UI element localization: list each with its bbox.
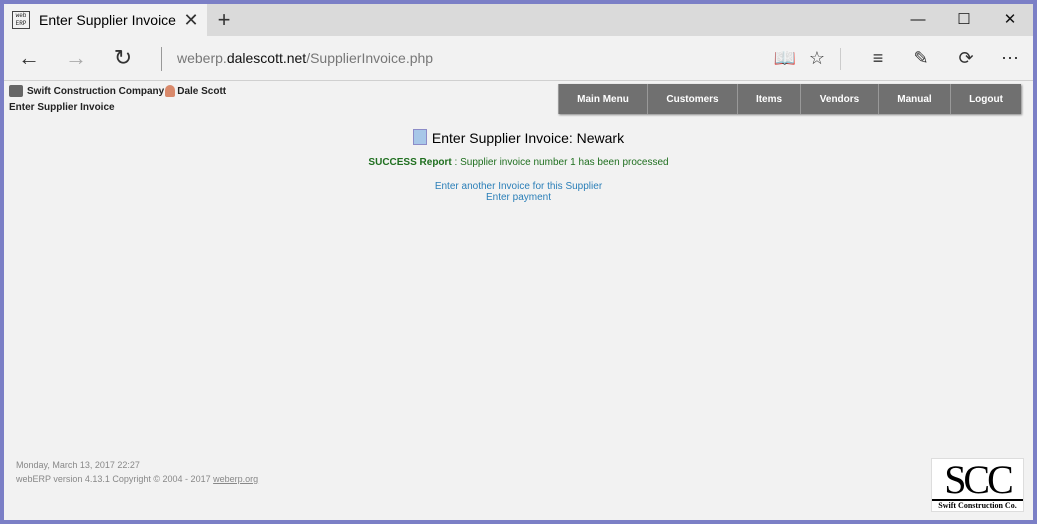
enter-payment-link[interactable]: Enter payment bbox=[4, 192, 1033, 203]
url-field[interactable]: weberp.dalescott.net/SupplierInvoice.php bbox=[177, 50, 433, 66]
logo-company-name: Swift Construction Co. bbox=[932, 499, 1023, 510]
success-message: : Supplier invoice number 1 has been pro… bbox=[451, 157, 669, 168]
enter-another-invoice-link[interactable]: Enter another Invoice for this Supplier bbox=[4, 181, 1033, 192]
close-window-icon[interactable]: ✕ bbox=[987, 4, 1033, 36]
company-user-line: Swift Construction Company Dale Scott bbox=[9, 85, 226, 97]
new-tab-icon[interactable]: + bbox=[212, 8, 236, 32]
address-bar: ← → ↻ weberp.dalescott.net/SupplierInvoi… bbox=[4, 36, 1033, 81]
footer: Monday, March 13, 2017 22:27 webERP vers… bbox=[16, 458, 258, 486]
invoice-icon bbox=[412, 129, 427, 145]
user-name: Dale Scott bbox=[177, 85, 227, 97]
success-label: SUCCESS Report bbox=[368, 157, 452, 168]
more-icon[interactable]: ⋯ bbox=[995, 44, 1025, 72]
logo-initials: SCC bbox=[944, 457, 1014, 502]
weberp-site-link[interactable]: weberp.org bbox=[213, 474, 258, 484]
favorite-star-icon[interactable]: ☆ bbox=[802, 44, 832, 72]
menu-main-menu[interactable]: Main Menu bbox=[558, 84, 647, 114]
company-logo: SCC Swift Construction Co. bbox=[931, 458, 1024, 512]
weberp-favicon-icon: web ERP bbox=[12, 11, 30, 29]
maximize-icon[interactable]: ☐ bbox=[941, 4, 987, 36]
menu-vendors[interactable]: Vendors bbox=[800, 84, 878, 114]
refresh-icon[interactable]: ↻ bbox=[108, 44, 138, 72]
divider bbox=[161, 47, 162, 71]
minimize-icon[interactable]: — bbox=[895, 4, 941, 36]
tab-title: Enter Supplier Invoice bbox=[39, 12, 176, 28]
success-report: SUCCESS Report : Supplier invoice number… bbox=[4, 157, 1033, 168]
menu-manual[interactable]: Manual bbox=[878, 84, 950, 114]
browser-window: web ERP Enter Supplier Invoice ✕ + — ☐ ✕… bbox=[4, 4, 1033, 520]
menu-customers[interactable]: Customers bbox=[647, 84, 737, 114]
main-nav: Main Menu Customers Items Vendors Manual… bbox=[558, 84, 1021, 114]
footer-version: webERP version 4.13.1 Copyright © 2004 -… bbox=[16, 474, 259, 484]
tab-bar: web ERP Enter Supplier Invoice ✕ + — ☐ ✕ bbox=[4, 4, 1033, 36]
hub-icon[interactable]: ≡ bbox=[863, 44, 893, 72]
footer-datetime: Monday, March 13, 2017 22:27 bbox=[16, 460, 140, 470]
company-name: Swift Construction Company bbox=[27, 85, 165, 97]
user-icon bbox=[165, 85, 176, 97]
invoice-heading: Enter Supplier Invoice: Newark bbox=[4, 129, 1033, 146]
reading-view-icon[interactable]: 📖 bbox=[770, 44, 800, 72]
menu-logout[interactable]: Logout bbox=[950, 84, 1021, 114]
page-content: Swift Construction Company Dale Scott En… bbox=[4, 81, 1033, 520]
active-tab[interactable]: web ERP Enter Supplier Invoice ✕ bbox=[4, 4, 207, 36]
close-tab-icon[interactable]: ✕ bbox=[181, 10, 201, 30]
action-links: Enter another Invoice for this Supplier … bbox=[4, 181, 1033, 203]
share-icon[interactable]: ⟳ bbox=[951, 44, 981, 72]
menu-items[interactable]: Items bbox=[737, 84, 800, 114]
divider bbox=[840, 48, 841, 70]
company-icon bbox=[9, 85, 23, 97]
forward-arrow-icon[interactable]: → bbox=[61, 44, 91, 72]
web-note-icon[interactable]: ✎ bbox=[906, 44, 936, 72]
page-title: Enter Supplier Invoice bbox=[9, 102, 115, 113]
back-arrow-icon[interactable]: ← bbox=[14, 44, 44, 72]
